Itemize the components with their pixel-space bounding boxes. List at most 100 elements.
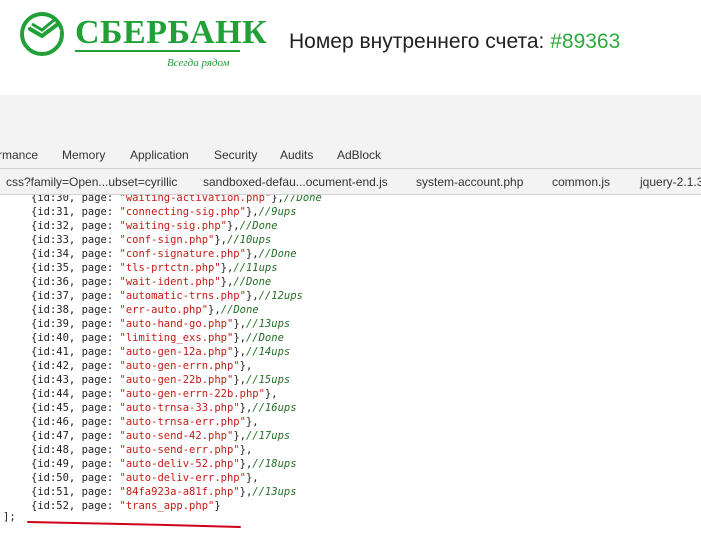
code-line-end: },: [220, 262, 234, 274]
sberbank-logo-icon: [20, 12, 64, 56]
code-line-end: },: [214, 234, 227, 246]
code-line-id: {id:44, page:: [31, 388, 120, 400]
account-label: Номер внутреннего счета:: [289, 30, 551, 53]
code-line-end: },: [239, 458, 253, 470]
code-line-end: },: [245, 416, 259, 428]
code-line-page: "auto-deliv-err.php": [119, 472, 246, 484]
code-line-end: },: [245, 290, 259, 302]
file-tab-jquery[interactable]: jquery-2.1.3: [640, 175, 701, 189]
code-line-id: {id:39, page:: [31, 318, 120, 330]
code-line-end: },: [239, 402, 253, 414]
code-line-id: {id:31, page:: [31, 206, 120, 218]
code-line-end: }: [214, 500, 221, 512]
code-line-page: "auto-deliv-52.php": [119, 458, 240, 470]
code-line-page: "conf-signature.php": [119, 248, 246, 260]
code-line-id: {id:42, page:: [31, 360, 120, 372]
code-line-page: "auto-send-42.php": [119, 430, 234, 442]
code-lines: {id:30, page: "waiting-activation.php"},…: [31, 195, 322, 513]
code-line-comment: //11ups: [233, 262, 278, 274]
code-line-id: {id:51, page:: [31, 486, 120, 498]
code-line-end: },: [208, 304, 221, 316]
code-line-id: {id:35, page:: [31, 262, 120, 274]
code-line: {id:36, page: "wait-ident.php"},//Done: [31, 275, 322, 289]
code-line-end: },: [220, 276, 234, 288]
code-line-page: "waiting-sig.php": [119, 220, 227, 232]
code-line: {id:48, page: "auto-send-err.php"},: [31, 443, 322, 457]
code-line-page: "conf-sign.php": [119, 234, 215, 246]
file-tab-system-account[interactable]: system-account.php: [416, 175, 523, 189]
code-line-comment: //15ups: [245, 374, 291, 386]
code-line-end: },: [233, 332, 246, 344]
tab-adblock[interactable]: AdBlock: [337, 148, 381, 162]
code-line-comment: //9ups: [258, 206, 297, 218]
code-line: {id:35, page: "tls-prtctn.php"},//11ups: [31, 261, 322, 275]
code-line-page: "auto-gen-errn.php": [119, 360, 240, 372]
source-file-tabs: css?family=Open...ubset=cyrillic sandbox…: [0, 169, 701, 195]
code-line-comment: //12ups: [258, 290, 303, 302]
code-line: {id:44, page: "auto-gen-errn-22b.php"},: [31, 387, 322, 401]
tab-security[interactable]: Security: [214, 148, 257, 162]
code-line-id: {id:52, page:: [31, 500, 120, 512]
file-tab-sandboxed[interactable]: sandboxed-defau...ocument-end.js: [203, 175, 388, 189]
code-line-comment: //Done: [245, 332, 284, 344]
code-line-end: },: [245, 206, 259, 218]
code-line-page: "auto-gen-12a.php": [119, 346, 234, 358]
devtools-toolbar: [0, 95, 701, 142]
code-line-comment: //17ups: [245, 430, 291, 442]
code-line-id: {id:34, page:: [31, 248, 120, 260]
code-line-end: },: [233, 318, 246, 330]
code-line-comment: //Done: [239, 220, 278, 232]
code-line: {id:33, page: "conf-sign.php"},//10ups: [31, 233, 322, 247]
code-line-end: },: [245, 248, 259, 260]
code-line-id: {id:32, page:: [31, 220, 120, 232]
code-line: {id:38, page: "err-auto.php"},//Done: [31, 303, 322, 317]
code-line: {id:45, page: "auto-trnsa-33.php"},//16u…: [31, 401, 322, 415]
code-line-end: },: [245, 472, 259, 484]
code-line-comment: //14ups: [245, 346, 291, 358]
red-annotation-underline: [27, 521, 241, 528]
code-line: {id:42, page: "auto-gen-errn.php"},: [31, 359, 322, 373]
code-line-comment: //13ups: [245, 318, 291, 330]
file-tab-common[interactable]: common.js: [552, 175, 610, 189]
tab-memory[interactable]: Memory: [62, 148, 105, 162]
code-line-end: },: [233, 374, 246, 386]
code-line-page: "auto-send-err.php": [119, 444, 240, 456]
code-line-end: },: [264, 388, 278, 400]
code-line-comment: //Done: [233, 276, 272, 288]
code-line-end: },: [239, 444, 253, 456]
code-line-end: },: [239, 486, 253, 498]
code-line: {id:32, page: "waiting-sig.php"},//Done: [31, 219, 322, 233]
code-line-page: "connecting-sig.php": [119, 206, 246, 218]
code-line-page: "waiting-activation.php": [119, 195, 272, 204]
account-number: #89363: [550, 30, 621, 53]
code-line-id: {id:46, page:: [31, 416, 120, 428]
code-line-page: "automatic-trns.php": [119, 290, 246, 302]
code-line-page: "84fa923a-a81f.php": [119, 486, 240, 498]
code-line-comment: //Done: [258, 248, 297, 260]
code-line-page: "tls-prtctn.php": [119, 262, 221, 274]
code-editor[interactable]: {id:30, page: "waiting-activation.php"},…: [0, 195, 701, 553]
code-line-page: "auto-gen-errn-22b.php": [119, 388, 265, 400]
code-line-page: "auto-trnsa-33.php": [119, 402, 240, 414]
code-line-comment: //13ups: [252, 486, 297, 498]
code-line: {id:31, page: "connecting-sig.php"},//9u…: [31, 205, 322, 219]
code-line: {id:37, page: "automatic-trns.php"},//12…: [31, 289, 322, 303]
code-line-id: {id:48, page:: [31, 444, 120, 456]
code-line: {id:30, page: "waiting-activation.php"},…: [31, 195, 322, 205]
code-line-id: {id:41, page:: [31, 346, 120, 358]
code-line-id: {id:37, page:: [31, 290, 120, 302]
code-line: {id:51, page: "84fa923a-a81f.php"},//13u…: [31, 485, 322, 499]
code-line: {id:46, page: "auto-trnsa-err.php"},: [31, 415, 322, 429]
code-line: {id:34, page: "conf-signature.php"},//Do…: [31, 247, 322, 261]
code-line-comment: //Done: [220, 304, 259, 316]
tab-audits[interactable]: Audits: [280, 148, 313, 162]
code-line: {id:40, page: "limiting_exs.php"},//Done: [31, 331, 322, 345]
code-line-id: {id:50, page:: [31, 472, 120, 484]
tab-application[interactable]: Application: [130, 148, 189, 162]
brand-slogan: Всегда рядом: [167, 57, 230, 69]
code-line: {id:43, page: "auto-gen-22b.php"},//15up…: [31, 373, 322, 387]
file-tab-css[interactable]: css?family=Open...ubset=cyrillic: [6, 175, 177, 189]
code-line-id: {id:49, page:: [31, 458, 120, 470]
code-line-page: "err-auto.php": [119, 304, 209, 316]
tab-performance[interactable]: rmance: [0, 148, 38, 162]
